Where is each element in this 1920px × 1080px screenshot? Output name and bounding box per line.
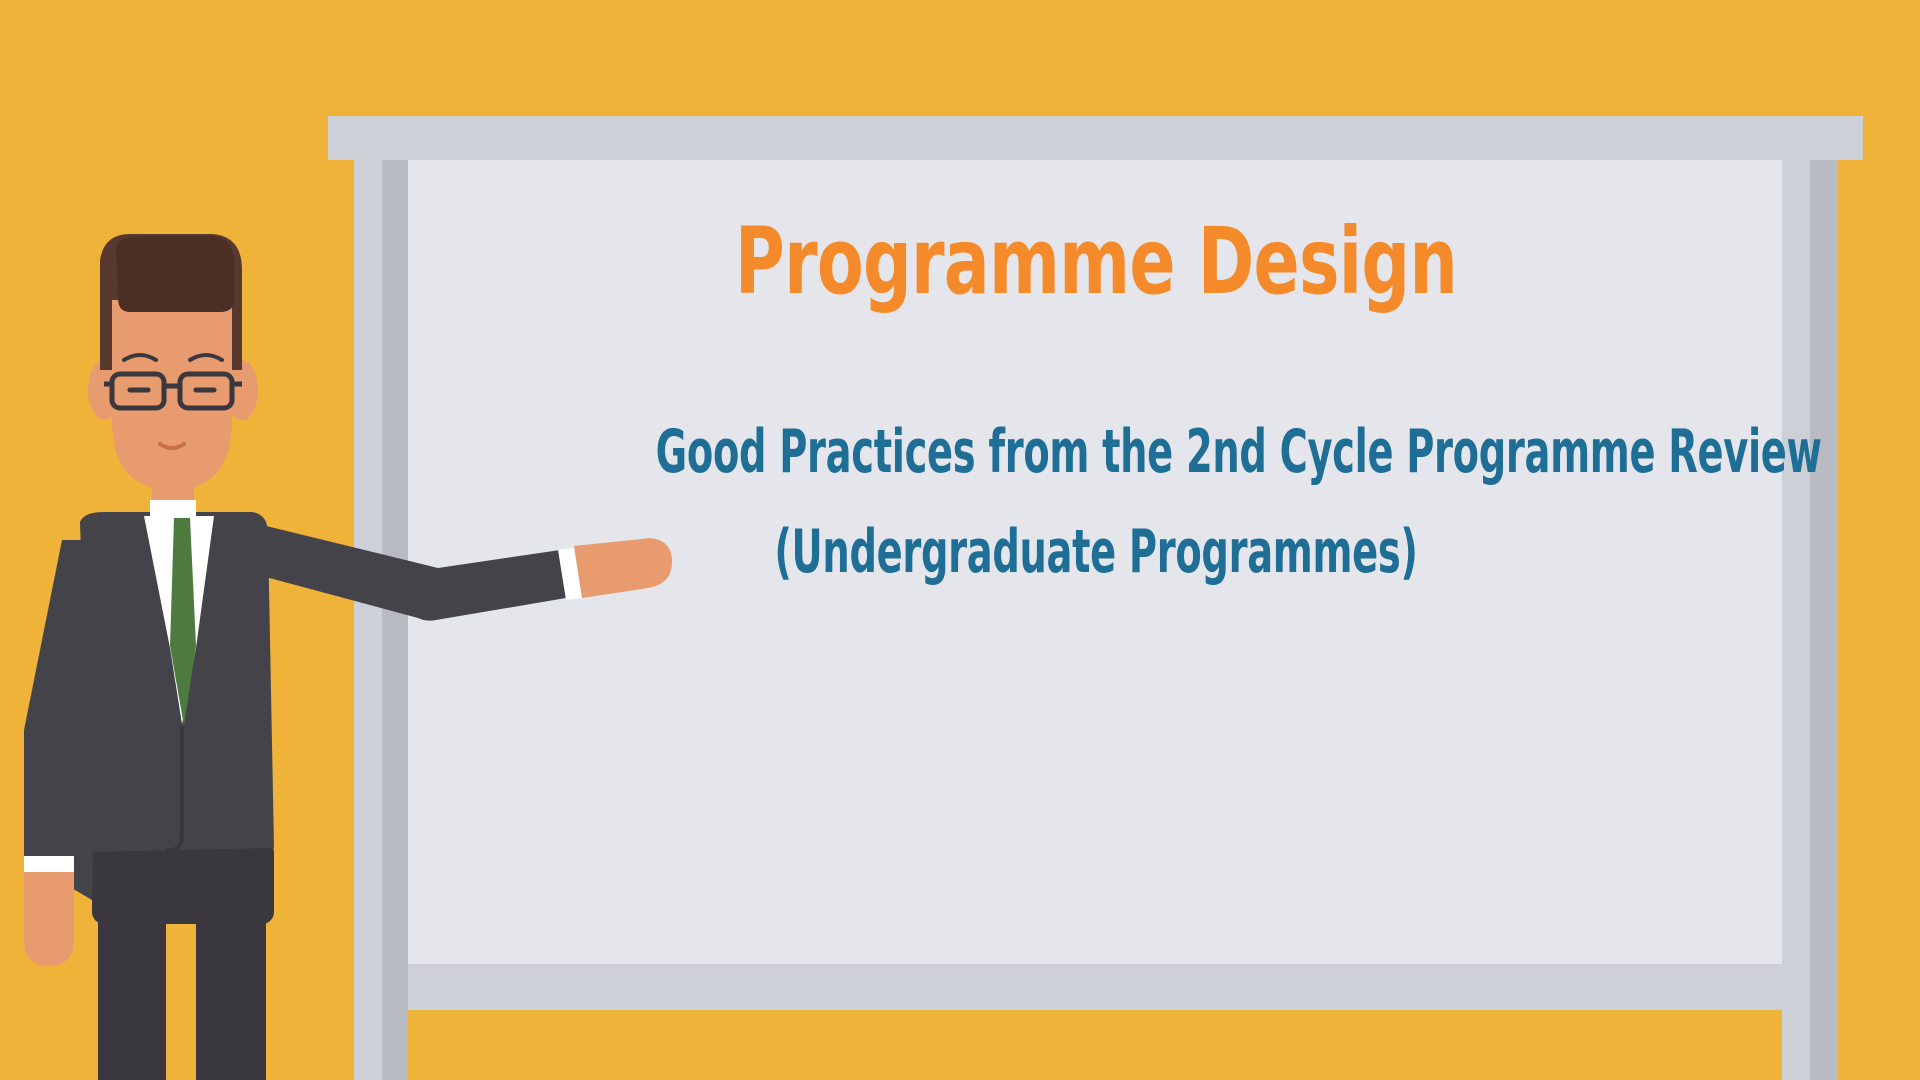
presenter-hair-fringe [116,236,234,312]
whiteboard-top-bar [328,116,1863,160]
presenter-face [112,300,232,490]
presenter-trousers-left [98,900,166,1080]
presenter-left-cuff [24,856,74,872]
whiteboard-right-leg-shadow [1810,158,1838,1080]
presenter-trousers-right [196,900,266,1080]
whiteboard-left-leg-shadow [382,158,408,1080]
board-title: Programme Design [734,208,1458,315]
presenter-trousers-top [92,840,274,924]
presenter-collar [150,500,196,518]
whiteboard-bottom-tray [408,964,1782,1010]
presenter-left-hand [24,872,74,966]
board-subtitle-line1: Good Practices from the 2nd Cycle Progra… [655,417,1822,487]
board-subtitle-line2: (Undergraduate Programmes) [774,517,1418,587]
